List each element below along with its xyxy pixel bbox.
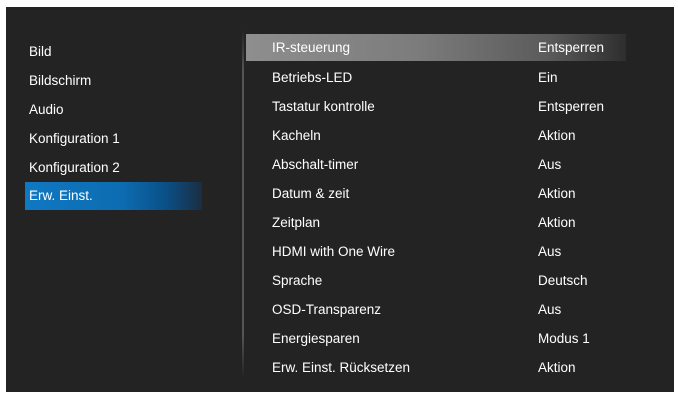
setting-value: Aktion [538,360,576,375]
menu-item-konfiguration-1[interactable]: Konfiguration 1 [6,124,206,153]
setting-label: Sprache [272,273,323,288]
setting-value: Deutsch [538,273,588,288]
setting-value: Aus [538,157,562,172]
setting-row-zeitplan[interactable]: Zeitplan Aktion [246,208,626,237]
menu-divider [242,29,244,377]
setting-row-betriebs-led[interactable]: Betriebs-LED Ein [246,63,626,92]
menu-item-bildschirm[interactable]: Bildschirm [6,66,206,95]
setting-label: Kacheln [272,128,321,143]
setting-label: Abschalt-timer [272,157,359,172]
menu-item-audio[interactable]: Audio [6,95,206,124]
setting-row-abschalt-timer[interactable]: Abschalt-timer Aus [246,150,626,179]
setting-value: Aus [538,244,562,259]
setting-label: Betriebs-LED [272,70,353,85]
setting-value: Entsperren [538,99,605,114]
setting-row-osd-transparenz[interactable]: OSD-Transparenz Aus [246,295,626,324]
setting-value: Ein [538,70,558,85]
setting-label: HDMI with One Wire [272,244,396,259]
setting-row-ir-steuerung[interactable]: IR-steuerung Entsperren [246,34,626,61]
setting-label: Erw. Einst. Rücksetzen [272,360,411,375]
setting-value: Aktion [538,186,576,201]
setting-row-datum-zeit[interactable]: Datum & zeit Aktion [246,179,626,208]
menu-item-erw-einst[interactable]: Erw. Einst. [25,182,202,210]
setting-label: IR-steuerung [272,40,351,55]
setting-label: Tastatur kontrolle [272,99,375,114]
setting-value: Entsperren [538,40,605,55]
setting-row-erw-einst-ruecksetzen[interactable]: Erw. Einst. Rücksetzen Aktion [246,353,626,382]
osd-menu-panel: Bild Bildschirm Audio Konfiguration 1 Ko… [6,7,674,392]
setting-row-tastatur-kontrolle[interactable]: Tastatur kontrolle Entsperren [246,92,626,121]
setting-row-kacheln[interactable]: Kacheln Aktion [246,121,626,150]
setting-row-energiesparen[interactable]: Energiesparen Modus 1 [246,324,626,353]
main-menu: Bild Bildschirm Audio Konfiguration 1 Ko… [6,37,206,210]
setting-label: Zeitplan [272,215,321,230]
menu-item-bild[interactable]: Bild [6,37,206,66]
settings-list: IR-steuerung Entsperren Betriebs-LED Ein… [246,34,626,382]
setting-value: Aktion [538,128,576,143]
setting-row-sprache[interactable]: Sprache Deutsch [246,266,626,295]
setting-value: Aus [538,302,562,317]
menu-item-konfiguration-2[interactable]: Konfiguration 2 [6,153,206,182]
setting-value: Modus 1 [538,331,590,346]
setting-label: Datum & zeit [272,186,350,201]
setting-value: Aktion [538,215,576,230]
setting-label: OSD-Transparenz [272,302,382,317]
setting-row-hdmi-one-wire[interactable]: HDMI with One Wire Aus [246,237,626,266]
setting-label: Energiesparen [272,331,360,346]
